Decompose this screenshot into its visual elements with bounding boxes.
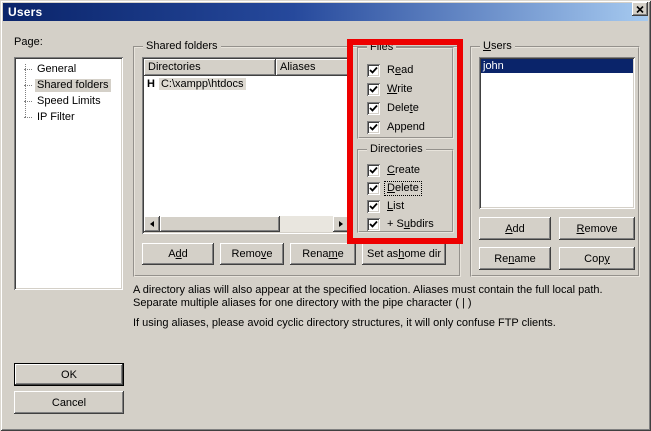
users-list[interactable]: john (479, 57, 635, 209)
titlebar[interactable]: Users (3, 3, 648, 21)
sidebar-item-shared-folders[interactable]: Shared folders (16, 77, 121, 93)
scroll-right-button[interactable] (333, 216, 349, 232)
checkbox-dirs-create[interactable]: Create (367, 163, 422, 177)
shared-remove-button[interactable]: Remove (220, 243, 284, 265)
page-label: Page: (14, 36, 43, 48)
list-item-user-john[interactable]: john (481, 59, 633, 73)
sidebar-item-label: IP Filter (35, 111, 77, 124)
user-rename-button[interactable]: Rename (479, 247, 551, 270)
tree-branch-icon (24, 101, 32, 102)
cancel-button[interactable]: Cancel (14, 391, 124, 414)
checkbox-label: + Subdirs (385, 218, 436, 231)
users-group-title: Users (480, 40, 515, 53)
checked-checkbox-icon (367, 64, 380, 77)
table-row[interactable]: H C:\xampp\htdocs (144, 76, 349, 92)
alias-note: A directory alias will also appear at th… (133, 284, 633, 310)
users-dialog: Users Page: General Shared folders Speed… (0, 0, 651, 431)
checkbox-label-focused: Delete (385, 182, 421, 195)
checked-checkbox-icon (367, 83, 380, 96)
checkbox-label: Write (385, 83, 414, 96)
close-button[interactable] (632, 2, 648, 16)
home-directory-marker: H (147, 78, 155, 90)
window-title: Users (8, 5, 42, 19)
tree-branch-icon (24, 117, 32, 118)
arrow-right-icon (339, 221, 343, 227)
scrollbar-thumb[interactable] (160, 216, 280, 232)
arrow-left-icon (150, 221, 154, 227)
ok-button[interactable]: OK (14, 363, 124, 386)
checked-checkbox-icon (367, 121, 380, 134)
user-remove-button[interactable]: Remove (559, 217, 635, 240)
sidebar-item-label: General (35, 63, 78, 76)
directory-path: C:\xampp\htdocs (159, 78, 246, 90)
shared-rename-button[interactable]: Rename (290, 243, 356, 265)
user-add-button[interactable]: Add (479, 217, 551, 240)
horizontal-scrollbar[interactable] (144, 216, 349, 232)
sidebar-item-general[interactable]: General (16, 61, 121, 77)
files-group-title: Files (367, 41, 396, 54)
sidebar-item-label: Shared folders (35, 79, 111, 92)
checkbox-files-append[interactable]: Append (367, 120, 427, 134)
checkbox-dirs-subdirs[interactable]: + Subdirs (367, 217, 436, 231)
checked-checkbox-icon (367, 218, 380, 231)
checkbox-label: Delete (385, 102, 421, 115)
checkbox-dirs-delete[interactable]: Delete (367, 181, 421, 195)
user-copy-button[interactable]: Copy (559, 247, 635, 270)
set-as-home-dir-button[interactable]: Set as home dir (362, 243, 446, 265)
checkbox-label: List (385, 200, 406, 213)
tree-branch-icon (24, 85, 32, 86)
column-header-directories[interactable]: Directories (144, 59, 276, 76)
shared-add-button[interactable]: Add (142, 243, 214, 265)
checkbox-label: Read (385, 64, 415, 77)
checked-checkbox-icon (367, 102, 380, 115)
cyclic-note: If using aliases, please avoid cyclic di… (133, 317, 633, 330)
checked-checkbox-icon (367, 182, 380, 195)
sidebar-item-label: Speed Limits (35, 95, 103, 108)
users-group: Users john Add Remove Rename Copy (470, 46, 640, 277)
list-header: Directories Aliases (144, 59, 349, 76)
tree-branch-icon (24, 69, 32, 70)
sidebar-item-ip-filter[interactable]: IP Filter (16, 109, 121, 125)
shared-folders-group-title: Shared folders (143, 40, 221, 53)
checkbox-label: Create (385, 164, 422, 177)
checkbox-files-read[interactable]: Read (367, 63, 415, 77)
column-header-aliases[interactable]: Aliases (276, 59, 349, 76)
checked-checkbox-icon (367, 200, 380, 213)
checkbox-files-delete[interactable]: Delete (367, 101, 421, 115)
close-icon (636, 6, 644, 13)
checked-checkbox-icon (367, 164, 380, 177)
directories-group-title: Directories (367, 143, 426, 156)
shared-folders-list[interactable]: Directories Aliases H C:\xampp\htdocs (142, 57, 351, 234)
page-tree[interactable]: General Shared folders Speed Limits IP F… (14, 57, 123, 290)
sidebar-item-speed-limits[interactable]: Speed Limits (16, 93, 121, 109)
scroll-left-button[interactable] (144, 216, 160, 232)
help-notes: A directory alias will also appear at th… (133, 284, 633, 330)
checkbox-files-write[interactable]: Write (367, 82, 414, 96)
checkbox-dirs-list[interactable]: List (367, 199, 406, 213)
checkbox-label: Append (385, 121, 427, 134)
